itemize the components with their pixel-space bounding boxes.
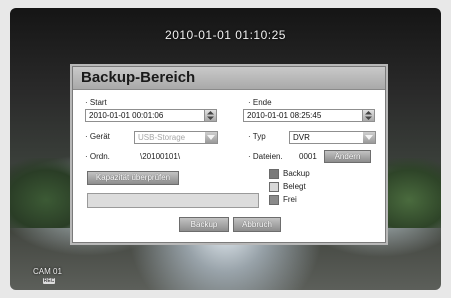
files-value: 0001 xyxy=(299,152,317,161)
end-label: · Ende xyxy=(248,98,272,107)
datetime-overlay: 2010-01-01 01:10:25 xyxy=(165,28,286,42)
files-label: · Dateien. xyxy=(248,152,283,161)
device-label: · Gerät xyxy=(85,132,110,141)
dialog-header: Backup-Bereich xyxy=(73,67,385,90)
check-capacity-button[interactable]: Kapazität überprüfen xyxy=(87,171,179,185)
type-dropdown-button[interactable] xyxy=(363,132,375,143)
change-button[interactable]: Ändern xyxy=(324,150,371,163)
end-spin-button[interactable] xyxy=(362,110,374,121)
camera-label: CAM 01 xyxy=(33,267,62,276)
record-badge-icon: REC xyxy=(43,278,55,284)
spin-arrows-icon xyxy=(207,111,214,120)
start-datetime-field[interactable]: 2010-01-01 00:01:06 xyxy=(85,109,217,122)
chevron-down-icon xyxy=(207,135,215,140)
type-label: · Typ xyxy=(248,132,266,141)
cancel-button[interactable]: Abbruch xyxy=(233,217,281,232)
legend-label-free: Frei xyxy=(283,195,297,204)
device-select-value: USB-Storage xyxy=(138,133,186,142)
folder-label: · Ordn. xyxy=(85,152,110,161)
chevron-down-icon xyxy=(365,135,373,140)
start-label: · Start xyxy=(85,98,107,107)
backup-button[interactable]: Backup xyxy=(179,217,229,232)
start-datetime-value: 2010-01-01 00:01:06 xyxy=(89,111,164,120)
type-select-value: DVR xyxy=(293,133,310,142)
legend-swatch-backup xyxy=(269,169,279,179)
backup-dialog: Backup-Bereich · Start 2010-01-01 00:01:… xyxy=(72,66,386,243)
spin-arrows-icon xyxy=(365,111,372,120)
dialog-title: Backup-Bereich xyxy=(81,69,196,86)
end-datetime-value: 2010-01-01 08:25:45 xyxy=(247,111,322,120)
legend-label-backup: Backup xyxy=(283,169,310,178)
type-select[interactable]: DVR xyxy=(289,131,376,144)
legend-label-used: Belegt xyxy=(283,182,306,191)
start-spin-button[interactable] xyxy=(204,110,216,121)
capacity-bar xyxy=(87,193,259,208)
folder-value: \20100101\ xyxy=(140,152,181,161)
device-dropdown-button[interactable] xyxy=(205,132,217,143)
legend-swatch-used xyxy=(269,182,279,192)
legend-swatch-free xyxy=(269,195,279,205)
device-select[interactable]: USB-Storage xyxy=(134,131,218,144)
end-datetime-field[interactable]: 2010-01-01 08:25:45 xyxy=(243,109,375,122)
